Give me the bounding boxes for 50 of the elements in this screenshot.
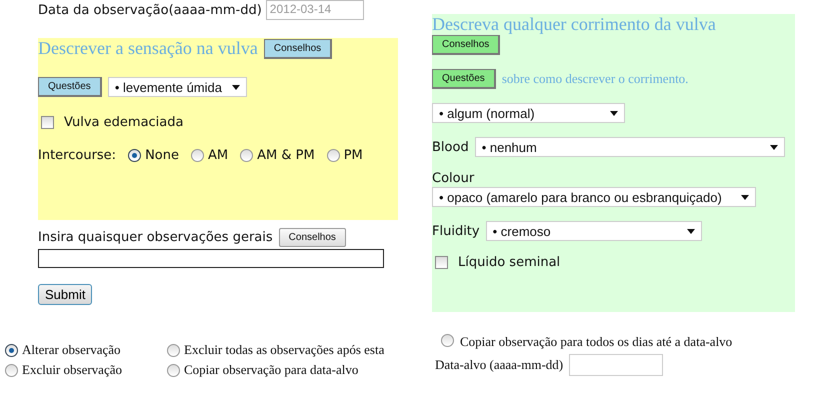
section-title: Descrever a sensação na vulva	[38, 38, 258, 59]
dropdown[interactable]: • nenhum	[474, 137, 785, 157]
radio-button[interactable]	[167, 364, 180, 376]
radio-button[interactable]	[5, 344, 18, 356]
radio-label: Copiar observação para data-alvo	[184, 362, 358, 378]
radio-label: Alterar observação	[22, 342, 121, 358]
checkbox[interactable]	[435, 256, 448, 269]
radio-button[interactable]	[441, 334, 454, 347]
caret-icon	[770, 144, 778, 150]
caret-icon	[232, 84, 240, 90]
caret-icon	[741, 194, 749, 200]
caret-icon	[610, 110, 618, 116]
field-label: Insira quaisquer observações gerais	[38, 230, 273, 245]
questions-note: sobre como descrever o corrimento.	[502, 71, 688, 87]
checkbox-label: Líquido seminal	[458, 255, 560, 270]
caret-icon	[686, 228, 695, 234]
radio-button[interactable]	[128, 149, 142, 162]
questions-button[interactable]: Questões	[38, 77, 102, 97]
field-label: Blood	[432, 140, 469, 154]
questions-button[interactable]: Questões	[432, 69, 496, 89]
radio-button[interactable]	[326, 149, 340, 162]
radio-label: None	[145, 148, 179, 163]
checkbox[interactable]	[41, 116, 54, 129]
radio-label: Excluir todas as observações após esta	[184, 342, 384, 358]
dropdown[interactable]: • opaco (amarelo para branco ou esbranquiçado)	[432, 187, 756, 207]
radio-button[interactable]	[240, 149, 254, 162]
radio-label: Copiar observação para todos os dias até a data-alvo	[460, 334, 732, 349]
radio-label: AM	[208, 148, 228, 163]
dropdown[interactable]: • cremoso	[486, 221, 702, 241]
field-label: Data da observação(aaaa-mm-dd)	[38, 2, 262, 18]
text-field[interactable]	[38, 249, 384, 268]
field-label: Data-alvo (aaaa-mm-dd)	[435, 357, 564, 373]
advice-button[interactable]: Conselhos	[264, 38, 332, 58]
date-field[interactable]	[569, 354, 664, 376]
radio-label: PM	[344, 148, 363, 163]
checkbox-label: Vulva edemaciada	[64, 115, 184, 130]
dropdown[interactable]: • algum (normal)	[432, 103, 625, 123]
field-label: Colour	[432, 171, 476, 186]
advice-button[interactable]: Conselhos	[278, 228, 346, 247]
advice-button[interactable]: Conselhos	[432, 35, 500, 55]
radio-button[interactable]	[191, 149, 204, 162]
field-label: Intercourse:	[38, 148, 116, 163]
radio-label: Excluir observação	[22, 362, 122, 378]
dropdown[interactable]: • levemente úmida	[108, 77, 247, 97]
radio-button[interactable]	[5, 364, 18, 376]
radio-label: AM & PM	[257, 148, 315, 163]
submit-button[interactable]: Submit	[38, 284, 92, 305]
field-label: Fluidity	[432, 224, 480, 238]
section-title: Descreva qualquer corrimento da vulva	[432, 14, 717, 35]
radio-button[interactable]	[167, 344, 180, 356]
